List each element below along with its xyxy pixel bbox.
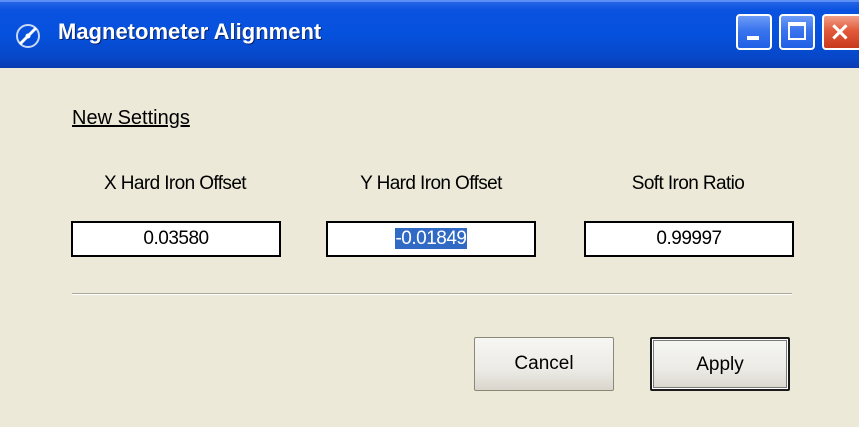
title-bar[interactable]: Magnetometer Alignment × [0, 0, 859, 68]
maximize-icon [788, 22, 806, 40]
x-hard-iron-offset-field[interactable]: 0.03580 [71, 221, 281, 257]
apply-button[interactable]: Apply [650, 337, 790, 391]
close-button[interactable]: × [822, 14, 859, 50]
y-hard-iron-offset-value: -0.01849 [395, 228, 467, 249]
magnetometer-app-icon [16, 24, 40, 48]
maximize-button[interactable] [779, 14, 815, 50]
soft-iron-ratio-value: 0.99997 [656, 228, 722, 249]
cancel-button[interactable]: Cancel [474, 337, 614, 391]
x-hard-iron-offset-value: 0.03580 [143, 228, 209, 249]
soft-iron-ratio-label: Soft Iron Ratio [631, 173, 745, 194]
magnetometer-alignment-dialog: Magnetometer Alignment × New Settings X … [0, 0, 859, 427]
minimize-button[interactable] [736, 14, 772, 50]
x-hard-iron-offset-label: X Hard Iron Offset [104, 173, 247, 194]
separator [72, 293, 792, 295]
y-hard-iron-offset-field[interactable]: -0.01849 [326, 221, 536, 257]
soft-iron-ratio-field[interactable]: 0.99997 [584, 221, 794, 257]
y-hard-iron-offset-label: Y Hard Iron Offset [360, 173, 502, 194]
minimize-icon [747, 36, 759, 40]
window-title: Magnetometer Alignment [58, 19, 322, 44]
new-settings-heading: New Settings [72, 107, 190, 129]
close-icon: × [829, 17, 851, 47]
